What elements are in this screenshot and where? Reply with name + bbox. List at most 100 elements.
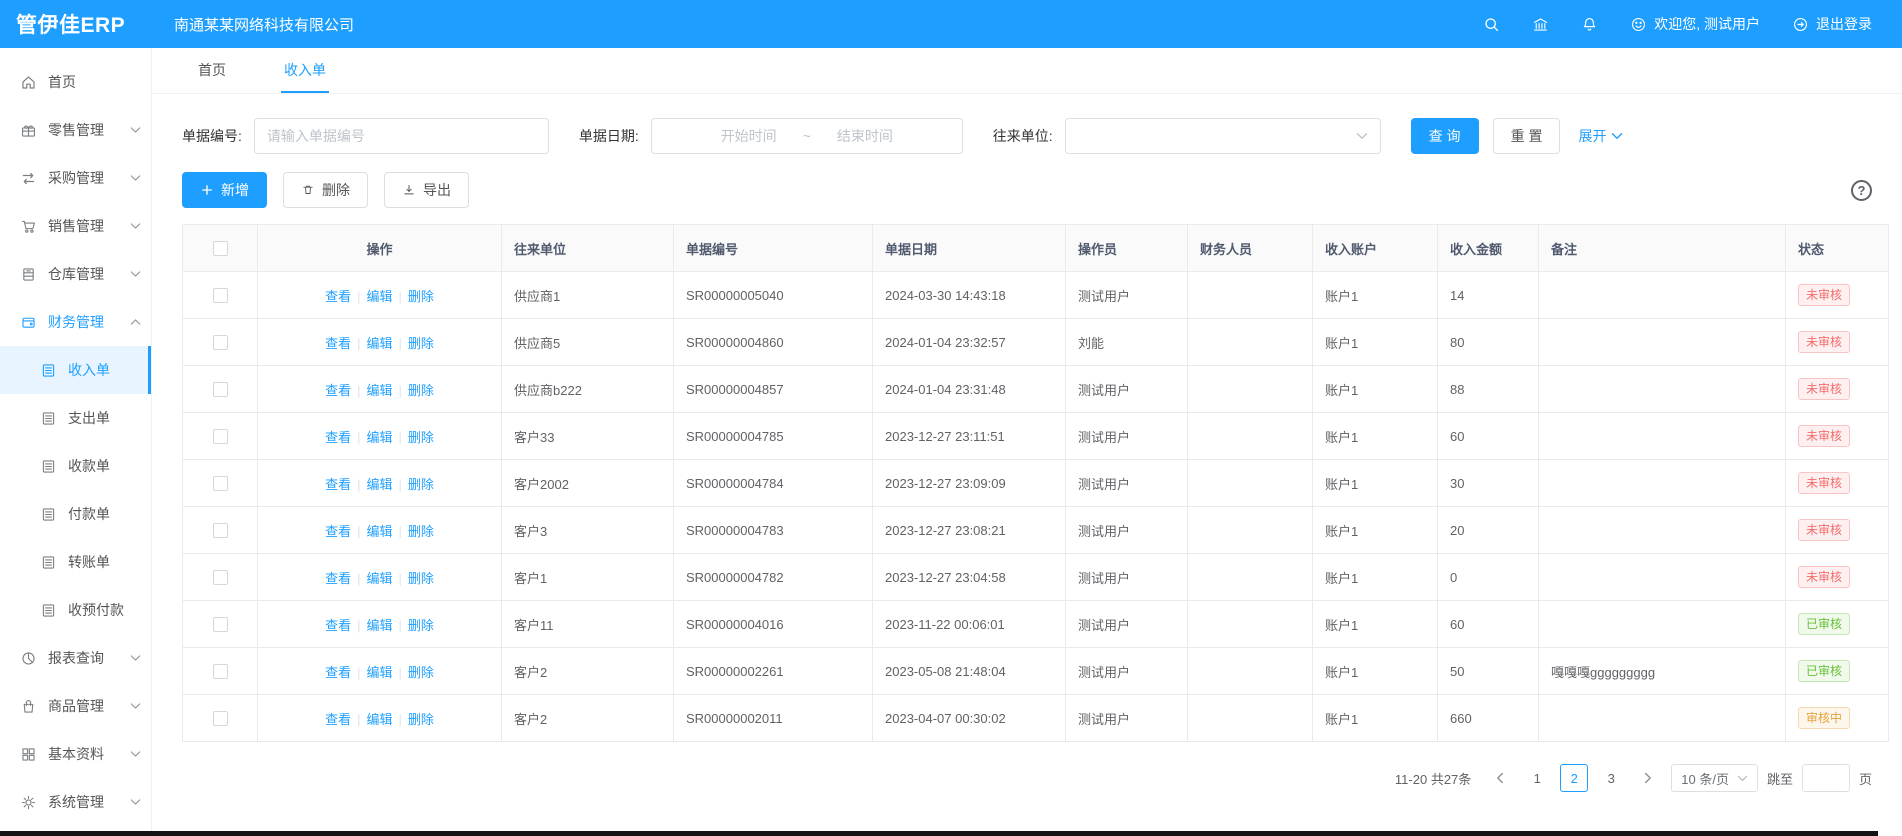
page-button-2[interactable]: 2 [1560, 764, 1588, 792]
bell-icon[interactable] [1581, 16, 1598, 33]
row-checkbox[interactable] [213, 382, 228, 397]
page-button-1[interactable]: 1 [1523, 764, 1551, 792]
page-size-value: 10 条/页 [1681, 769, 1729, 788]
row-action-view[interactable]: 查看 [325, 383, 351, 398]
row-action-edit[interactable]: 编辑 [366, 336, 392, 351]
row-action-view[interactable]: 查看 [325, 477, 351, 492]
date-range-picker[interactable]: 开始时间 ~ 结束时间 [651, 118, 963, 154]
row-action-view[interactable]: 查看 [325, 336, 351, 351]
partner-select[interactable] [1065, 118, 1381, 154]
sidebar-item-warehouse[interactable]: 仓库管理 [0, 250, 151, 298]
row-action-delete[interactable]: 删除 [408, 665, 434, 680]
row-action-delete[interactable]: 删除 [408, 383, 434, 398]
next-page-button[interactable] [1634, 764, 1662, 792]
sidebar-item-home[interactable]: 首页 [0, 58, 151, 106]
row-action-delete[interactable]: 删除 [408, 477, 434, 492]
sidebar-subitem-advance-bill[interactable]: 收预付款 [0, 586, 151, 634]
row-action-edit[interactable]: 编辑 [366, 524, 392, 539]
row-action-delete[interactable]: 删除 [408, 524, 434, 539]
row-checkbox[interactable] [213, 523, 228, 538]
sidebar-item-report[interactable]: 报表查询 [0, 634, 151, 682]
add-label: 新增 [221, 180, 249, 200]
sidebar-item-label: 基本资料 [48, 744, 104, 764]
cell-amount: 20 [1438, 507, 1539, 554]
sidebar-item-sales[interactable]: 销售管理 [0, 202, 151, 250]
sidebar-item-retail[interactable]: 零售管理 [0, 106, 151, 154]
row-action-delete[interactable]: 删除 [408, 618, 434, 633]
help-icon[interactable]: ? [1851, 180, 1872, 201]
action-separator: | [357, 289, 360, 304]
jump-page-input[interactable] [1802, 764, 1850, 792]
select-all-checkbox[interactable] [213, 241, 228, 256]
cell-remark: 嘎嘎嘎ggggggggg [1539, 648, 1786, 695]
sidebar-item-purchase[interactable]: 采购管理 [0, 154, 151, 202]
row-action-view[interactable]: 查看 [325, 712, 351, 727]
row-checkbox[interactable] [213, 429, 228, 444]
row-action-edit[interactable]: 编辑 [366, 571, 392, 586]
date-start-placeholder: 开始时间 [721, 126, 777, 146]
row-action-view[interactable]: 查看 [325, 430, 351, 445]
welcome-user[interactable]: 欢迎您, 测试用户 [1630, 14, 1760, 34]
row-checkbox[interactable] [213, 335, 228, 350]
search-button[interactable]: 查 询 [1411, 118, 1479, 154]
row-action-view[interactable]: 查看 [325, 571, 351, 586]
row-action-delete[interactable]: 删除 [408, 712, 434, 727]
row-checkbox[interactable] [213, 288, 228, 303]
page-size-select[interactable]: 10 条/页 [1671, 764, 1758, 792]
pagination-bar: 11-20 共27条12310 条/页跳至页 [182, 764, 1872, 792]
page-button-3[interactable]: 3 [1597, 764, 1625, 792]
row-action-delete[interactable]: 删除 [408, 289, 434, 304]
plus-icon [200, 183, 214, 197]
row-action-view[interactable]: 查看 [325, 289, 351, 304]
sidebar-subitem-receipt-bill[interactable]: 收款单 [0, 442, 151, 490]
row-action-edit[interactable]: 编辑 [366, 618, 392, 633]
row-checkbox[interactable] [213, 476, 228, 491]
chevron-down-icon [130, 750, 141, 758]
chevron-down-icon [1611, 132, 1623, 140]
delete-button[interactable]: 删除 [283, 172, 368, 208]
sidebar-subitem-expense-bill[interactable]: 支出单 [0, 394, 151, 442]
tab-home[interactable]: 首页 [195, 60, 229, 93]
sidebar-item-basic-data[interactable]: 基本资料 [0, 730, 151, 778]
row-action-edit[interactable]: 编辑 [366, 712, 392, 727]
row-checkbox[interactable] [213, 711, 228, 726]
bank-icon[interactable] [1532, 16, 1549, 33]
sidebar-item-goods[interactable]: 商品管理 [0, 682, 151, 730]
column-header: 状态 [1786, 225, 1889, 272]
row-action-edit[interactable]: 编辑 [366, 383, 392, 398]
sidebar-subitem-transfer-bill[interactable]: 转账单 [0, 538, 151, 586]
column-header: 操作 [258, 225, 502, 272]
prev-page-button[interactable] [1486, 764, 1514, 792]
action-separator: | [399, 477, 402, 492]
row-checkbox[interactable] [213, 617, 228, 632]
sidebar-subitem-payment-bill[interactable]: 付款单 [0, 490, 151, 538]
row-action-edit[interactable]: 编辑 [366, 477, 392, 492]
cell-finance-person [1188, 695, 1313, 742]
bill-no-label: 单据编号: [182, 126, 242, 146]
sidebar-subitem-income-bill[interactable]: 收入单 [0, 346, 151, 394]
pagination-total: 11-20 共27条 [1395, 769, 1471, 788]
row-action-delete[interactable]: 删除 [408, 430, 434, 445]
search-icon[interactable] [1483, 16, 1500, 33]
row-action-view[interactable]: 查看 [325, 618, 351, 633]
status-badge: 未审核 [1798, 566, 1850, 588]
tab-income-bill[interactable]: 收入单 [281, 60, 329, 93]
cell-remark [1539, 413, 1786, 460]
logout-button[interactable]: 退出登录 [1792, 14, 1872, 34]
expand-link[interactable]: 展开 [1578, 126, 1623, 146]
row-action-edit[interactable]: 编辑 [366, 289, 392, 304]
row-checkbox[interactable] [213, 664, 228, 679]
export-button[interactable]: 导出 [384, 172, 469, 208]
sidebar-item-system[interactable]: 系统管理 [0, 778, 151, 826]
row-action-delete[interactable]: 删除 [408, 571, 434, 586]
row-action-view[interactable]: 查看 [325, 524, 351, 539]
row-action-edit[interactable]: 编辑 [366, 665, 392, 680]
reset-button[interactable]: 重 置 [1493, 118, 1561, 154]
row-checkbox[interactable] [213, 570, 228, 585]
row-action-view[interactable]: 查看 [325, 665, 351, 680]
row-action-edit[interactable]: 编辑 [366, 430, 392, 445]
row-action-delete[interactable]: 删除 [408, 336, 434, 351]
add-button[interactable]: 新增 [182, 172, 267, 208]
bill-no-input[interactable] [254, 118, 549, 154]
sidebar-item-finance[interactable]: 财务管理 [0, 298, 151, 346]
